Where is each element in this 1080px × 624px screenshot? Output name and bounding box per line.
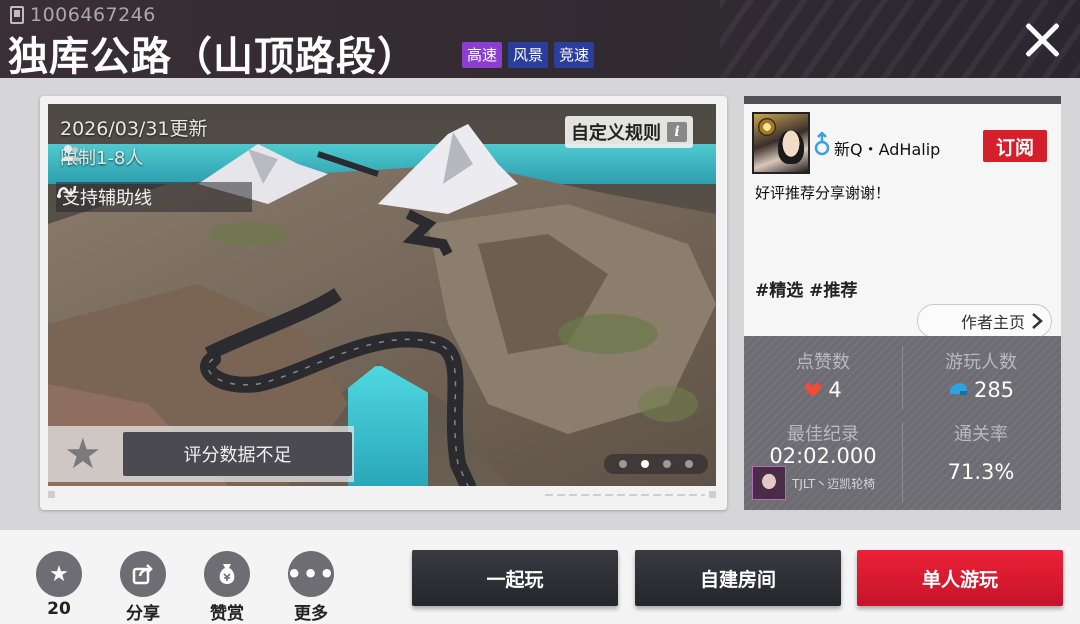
map-id: 1006467246 [10,4,156,26]
map-id-text: 1006467246 [30,4,156,26]
star-icon[interactable]: ★ [64,432,102,476]
document-icon [10,6,24,24]
players-label: 游玩人数 [945,352,1017,373]
share-action[interactable]: 分享 [120,551,166,624]
more-icon: ••• [286,560,336,588]
reward-action[interactable]: 赞赏 [204,551,250,624]
best-record-value: 02:02.000 [769,444,877,468]
player-limit: 限制1-8人 [60,144,143,170]
update-date: 2026/03/31更新 [60,118,208,140]
close-icon[interactable] [1022,20,1062,60]
tag-high-speed: 高速 [462,42,503,68]
tag-racing: 竞速 [554,42,595,68]
frame-corner [709,491,716,498]
star-icon: ★ [49,561,69,587]
stats-panel: 点赞数 4 游玩人数 285 最佳纪录 02:02.000 TJLT丶迈凯轮椅 … [744,336,1061,510]
share-label: 分享 [126,604,160,624]
likes-count: 4 [828,378,842,402]
carousel-dot-active[interactable] [641,460,649,468]
assist-line-icon [57,185,77,198]
frame-corner [48,491,55,498]
frame-divider [545,494,705,496]
share-icon [132,564,153,585]
carousel-dot[interactable] [685,460,693,468]
favorite-action[interactable]: ★ 20 [36,551,82,619]
helmet-icon [949,383,967,395]
play-together-button[interactable]: 一起玩 [412,550,618,606]
tag-scenery: 风景 [508,42,549,68]
header-bar: 1006467246 独库公路（山顶路段） 高速 风景 竞速 [0,0,1080,80]
rating-button[interactable]: 评分数据不足 [123,432,352,476]
author-tags: #精选 #推荐 [755,281,858,301]
subscribe-button[interactable]: 订阅 [983,130,1047,162]
male-icon [814,132,830,156]
chevron-right-icon [1032,313,1043,329]
carousel-dot[interactable] [663,460,671,468]
more-button[interactable]: ••• [286,551,336,597]
reward-label: 赞赏 [210,604,244,624]
record-holder-name[interactable]: TJLT丶迈凯轮椅 [792,475,875,492]
custom-rules-button[interactable]: 自定义规则 i [565,116,693,148]
favorite-count: 20 [47,599,71,619]
page-title: 独库公路（山顶路段） [8,34,418,80]
custom-rules-label: 自定义规则 [571,123,661,144]
clear-rate-label: 通关率 [954,424,1008,445]
heart-icon [805,382,822,397]
players-count: 285 [973,378,1015,402]
players-icon [61,145,81,161]
solo-play-button[interactable]: 单人游玩 [857,550,1063,606]
author-card: 新Q・AdHalip 订阅 好评推荐分享谢谢！ #精选 #推荐 作者主页 [744,96,1061,338]
players-value: 285 [902,378,1060,402]
best-record-label: 最佳纪录 [787,424,859,445]
carousel-indicator[interactable] [604,454,708,474]
money-bag-icon [219,564,235,584]
map-preview-image[interactable]: 2026/03/31更新 限制1-8人 支持辅助线 自定义规则 i ★ 评分数据… [48,104,716,486]
author-name[interactable]: 新Q・AdHalip [834,136,940,160]
likes-value: 4 [744,378,902,402]
share-button[interactable] [120,551,166,597]
rating-panel: ★ 评分数据不足 [48,426,354,482]
assist-line-badge: 支持辅助线 [56,182,252,212]
carousel-dot[interactable] [619,460,627,468]
author-message: 好评推荐分享谢谢！ [755,184,891,202]
map-tags: 高速 风景 竞速 [462,42,595,68]
author-home-label: 作者主页 [960,313,1025,332]
record-holder-avatar[interactable] [752,466,786,500]
info-icon: i [667,122,687,142]
author-home-button[interactable]: 作者主页 [917,304,1052,338]
reward-button[interactable] [204,551,250,597]
create-room-button[interactable]: 自建房间 [635,550,841,606]
likes-label: 点赞数 [796,352,850,373]
favorite-button[interactable]: ★ [36,551,82,597]
clear-rate-value: 71.3% [947,460,1015,484]
more-action[interactable]: ••• 更多 [286,551,336,624]
more-label: 更多 [294,604,328,624]
author-avatar[interactable] [752,112,810,174]
